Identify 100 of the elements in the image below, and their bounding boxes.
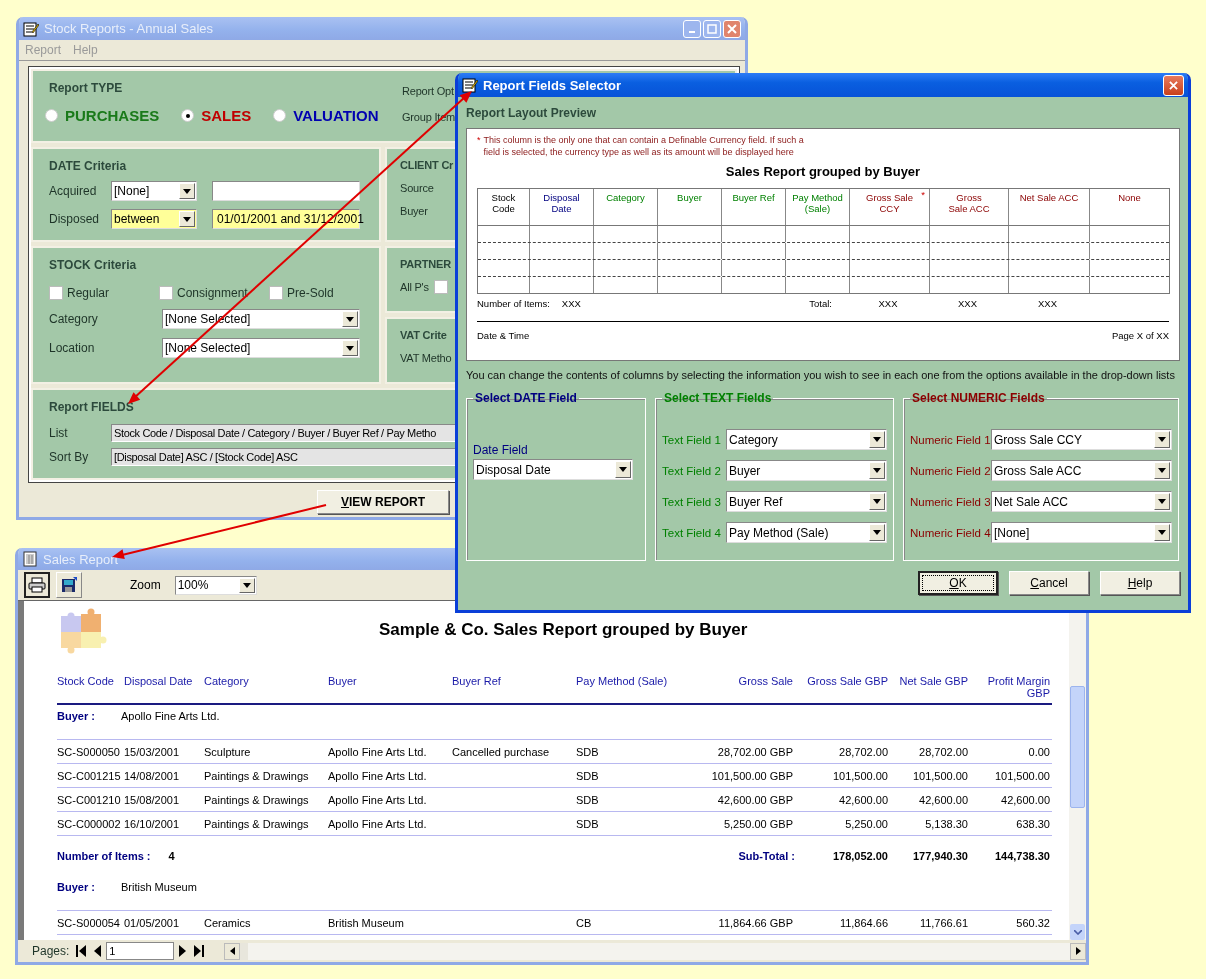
total-value: XXX: [878, 298, 898, 309]
table-cell: 42,600.00: [839, 793, 888, 806]
section-heading: STOCK Criteria: [49, 258, 138, 272]
column-header: Gross Sale GBP: [806, 675, 889, 687]
field-label: Buyer: [400, 205, 428, 217]
column-header: Gross Sale: [737, 675, 794, 687]
table-cell: 101,500.00: [912, 769, 968, 782]
table-cell: SC-C000002: [57, 817, 121, 830]
column-header: Gross Sale CCY: [866, 192, 913, 214]
zoom-label: Zoom: [130, 578, 161, 592]
dropdown[interactable]: Pay Method (Sale): [726, 522, 887, 543]
table-cell: 28,702.00: [839, 745, 888, 758]
dialog-button[interactable]: OK: [918, 571, 998, 595]
dropdown[interactable]: Buyer Ref: [726, 491, 887, 512]
column-header: Category: [606, 192, 645, 203]
dropdown[interactable]: Disposal Date: [473, 459, 633, 480]
column-header: Buyer Ref: [732, 192, 775, 203]
field-label: Acquired: [49, 184, 98, 198]
note-text: This column is the only one that can contain a Definable Currency field. If such a field is selected, the currency type as well as its amount will be displayed here: [483, 134, 805, 158]
section-heading: CLIENT Cr: [400, 159, 454, 171]
field-label: Text Field 4: [662, 526, 722, 539]
instructions-text: You can change the contents of columns by selecting the information you wish to see in each one from the options available in the drop-down lists: [466, 369, 1176, 381]
section-heading: Report FIELDS: [49, 400, 135, 414]
item-count: 4: [168, 850, 175, 862]
dropdown[interactable]: [None]: [111, 181, 197, 201]
table-cell: SDB: [576, 817, 599, 830]
field-label: Numeric Field 1: [910, 433, 991, 446]
column-header: Buyer Ref: [452, 675, 502, 687]
column-header: Buyer: [677, 192, 702, 203]
table-cell: 638.30: [1016, 817, 1050, 830]
table-cell: Apollo Fine Arts Ltd.: [328, 793, 427, 806]
table-cell: SC-S000050: [57, 745, 120, 758]
zoom-dropdown[interactable]: 100%: [174, 575, 257, 595]
dropdown[interactable]: Gross Sale CCY: [991, 429, 1172, 450]
dialog-button[interactable]: Cancel: [1009, 571, 1089, 595]
column-header: Disposal Date: [543, 192, 580, 214]
table-cell: Apollo Fine Arts Ltd.: [328, 745, 427, 758]
total-value: XXX: [958, 298, 977, 309]
asterisk-mark: *: [477, 134, 481, 147]
table-cell: 101,500.00: [994, 769, 1050, 782]
table-cell: Cancelled purchase: [452, 745, 550, 758]
radio-label: SALES: [201, 107, 252, 124]
total-value: XXX: [1038, 298, 1057, 309]
table-cell: British Museum: [328, 916, 404, 929]
field-label: VAT Metho: [400, 352, 452, 364]
table-cell: SDB: [576, 769, 599, 782]
table-cell: Paintings & Drawings: [204, 769, 309, 782]
field-label: Disposed: [49, 212, 101, 226]
table-cell: SC-C001210: [57, 793, 121, 806]
column-header: Net Sale ACC: [1019, 192, 1079, 203]
dropdown[interactable]: [None]: [991, 522, 1172, 543]
field-label: Numeric Field 4: [910, 526, 991, 539]
table-cell: 15/08/2001: [124, 793, 180, 806]
table-cell: 28,702.00: [919, 745, 968, 758]
window-title: Stock Reports - Annual Sales: [44, 21, 215, 36]
page-number-field[interactable]: 1: [106, 942, 175, 960]
section-heading: PARTNER: [400, 258, 451, 270]
report-title: Sample & Co. Sales Report grouped by Buyer: [379, 620, 748, 640]
dialog-button[interactable]: Help: [1100, 571, 1180, 595]
dropdown[interactable]: Buyer: [726, 460, 887, 481]
items-label: Number of Items:: [477, 298, 550, 309]
table-cell: SC-S000054: [57, 916, 120, 929]
group-label: Buyer :: [57, 710, 96, 724]
field-label: Source: [400, 182, 434, 194]
field-label: Text Field 2: [662, 464, 722, 477]
table-cell: 14/08/2001: [124, 769, 180, 782]
column-header: Stock Code: [57, 675, 115, 687]
subtotal-value: 177,940.30: [911, 850, 969, 862]
window-title: Sales Report: [43, 551, 120, 567]
field-label: List: [49, 426, 69, 440]
dropdown[interactable]: Gross Sale ACC: [991, 460, 1172, 481]
checkbox-label: Consignment: [177, 286, 248, 300]
column-header: Disposal Date: [124, 675, 194, 687]
field-label: Numeric Field 3: [910, 495, 991, 508]
pages-label: Pages:: [32, 944, 70, 958]
table-cell: SDB: [576, 745, 599, 758]
subtotal-label: Sub-Total :: [737, 850, 795, 862]
dropdown[interactable]: Net Sale ACC: [991, 491, 1172, 512]
section-heading: Report TYPE: [49, 81, 124, 95]
table-cell: 5,250.00 GBP: [723, 817, 793, 830]
total-label: Total:: [808, 298, 833, 309]
dropdown[interactable]: between: [111, 209, 197, 229]
section-heading: VAT Crite: [400, 329, 447, 341]
table-cell: 0.00: [1028, 745, 1050, 758]
group-heading: Select NUMERIC Fields: [911, 391, 1046, 405]
table-cell: 560.32: [1016, 916, 1050, 929]
column-header: Gross Sale ACC: [948, 192, 990, 214]
checkbox-label: Regular: [67, 286, 110, 300]
subtotal-value: 178,052.00: [831, 850, 889, 862]
radio-label: VALUATION: [293, 107, 379, 124]
view-report-button[interactable]: VIEW REPORT: [317, 490, 449, 514]
items-value: XXX: [561, 298, 581, 309]
dropdown[interactable]: Category: [726, 429, 887, 450]
group-heading: Select TEXT Fields: [663, 391, 773, 405]
section-heading: DATE Criteria: [49, 159, 128, 173]
table-cell: 16/10/2001: [124, 817, 180, 830]
group-heading: Select DATE Field: [474, 391, 578, 405]
field-label: Text Field 3: [662, 495, 722, 508]
field-label: Location: [49, 341, 96, 355]
table-cell: Apollo Fine Arts Ltd.: [328, 817, 427, 830]
